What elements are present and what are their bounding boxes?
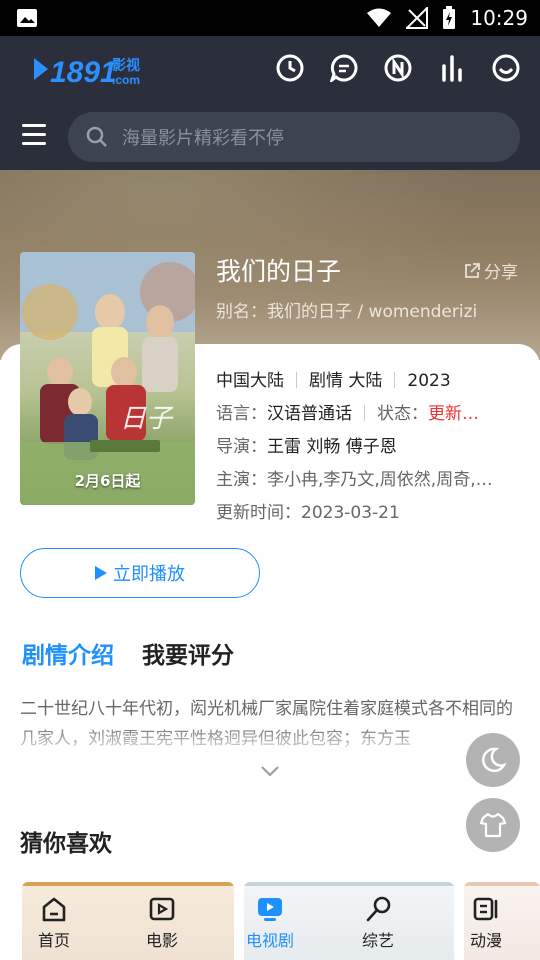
status-bar: 10:29	[0, 0, 540, 36]
meta-row-basic: 中国大陆 剧情 大陆 2023	[216, 366, 451, 391]
svg-text:1891: 1891	[50, 56, 117, 89]
meta-row-language: 语言：汉语普通话 状态：更新…	[216, 399, 479, 424]
show-title: 我们的日子	[216, 257, 342, 286]
meta-row-updated: 更新时间：2023-03-21	[216, 498, 400, 523]
search-bar[interactable]: 海量影片精彩看不停	[68, 112, 520, 162]
meta-row-director: 导演：王雷 刘畅 傅子恩	[216, 432, 397, 457]
tab-synopsis[interactable]: 剧情介绍	[22, 636, 114, 670]
cast-value: 李小冉,李乃文,周依然,周奇,…	[267, 470, 493, 490]
cast-label: 主演：	[216, 470, 267, 490]
app-logo[interactable]: 1891 影视 .com	[32, 48, 152, 92]
detail-tabs: 剧情介绍 我要评分	[22, 636, 234, 670]
skin-button[interactable]	[466, 798, 520, 852]
nav-label: 动漫	[469, 931, 502, 950]
nav-anime[interactable]: 动漫	[432, 886, 540, 960]
notice-icon[interactable]	[384, 54, 412, 82]
share-label: 分享	[484, 263, 518, 283]
play-icon	[95, 566, 107, 580]
tab-rating[interactable]: 我要评分	[142, 636, 234, 670]
director-value: 王雷 刘畅 傅子恩	[267, 437, 397, 457]
film-icon	[149, 897, 175, 921]
updated-value: 2023-03-21	[301, 503, 400, 523]
nav-home[interactable]: 首页	[0, 886, 108, 960]
menu-icon[interactable]	[22, 124, 46, 148]
ranking-icon[interactable]	[438, 54, 466, 82]
show-alias: 别名：我们的日子 / womenderizi	[216, 302, 478, 322]
svg-text:日子: 日子	[120, 404, 174, 434]
poster-date: 2月6日起	[74, 472, 141, 490]
image-icon	[17, 9, 37, 27]
play-now-label: 立即播放	[113, 564, 185, 585]
nav-label: 电视剧	[245, 931, 294, 950]
home-icon	[42, 897, 66, 922]
language-label: 语言：	[216, 404, 267, 424]
language-value: 汉语普通话	[267, 404, 352, 424]
poster-image[interactable]: 日子 2月6日起	[20, 252, 195, 505]
anime-icon	[473, 897, 498, 921]
status-label: 状态：	[377, 404, 428, 424]
smile-icon[interactable]	[492, 54, 520, 82]
bottom-nav: 首页 电影 电视剧 综艺 动漫	[0, 886, 540, 960]
synopsis-fade	[0, 724, 540, 756]
history-icon[interactable]	[276, 54, 304, 82]
svg-text:影视: 影视	[112, 57, 140, 74]
dark-mode-button[interactable]	[466, 733, 520, 787]
share-button[interactable]: 分享	[464, 258, 518, 283]
search-placeholder: 海量影片精彩看不停	[122, 128, 284, 149]
mic-icon	[366, 896, 391, 922]
genre: 剧情 大陆	[309, 371, 383, 391]
region: 中国大陆	[216, 371, 284, 391]
search-icon	[86, 126, 107, 147]
nav-tv[interactable]: 电视剧	[216, 886, 324, 960]
battery-charging-icon	[443, 6, 456, 29]
updated-label: 更新时间：	[216, 503, 301, 523]
message-icon[interactable]	[330, 54, 358, 82]
nav-movie[interactable]: 电影	[108, 886, 216, 960]
meta-row-cast: 主演：李小冉,李乃文,周依然,周奇,…	[216, 465, 493, 490]
no-signal-icon	[406, 7, 429, 29]
clock-text: 10:29	[470, 6, 528, 30]
chevron-down-icon[interactable]	[260, 764, 280, 778]
status-value: 更新…	[428, 404, 479, 424]
tshirt-icon	[479, 812, 507, 838]
app-header: 1891 影视 .com 海量影片精彩看不停	[0, 36, 540, 170]
nav-variety[interactable]: 综艺	[324, 886, 432, 960]
wifi-icon	[367, 8, 392, 27]
moon-icon	[482, 747, 507, 773]
svg-text:.com: .com	[112, 73, 140, 87]
director-label: 导演：	[216, 437, 267, 457]
share-icon	[465, 262, 480, 278]
play-now-button[interactable]: 立即播放	[20, 548, 260, 598]
guess-you-like-title: 猜你喜欢	[20, 831, 112, 857]
year: 2023	[407, 371, 451, 391]
nav-label: 首页	[37, 931, 70, 950]
tv-icon	[258, 898, 282, 921]
nav-label: 电影	[145, 931, 178, 950]
nav-label: 综艺	[361, 931, 394, 950]
